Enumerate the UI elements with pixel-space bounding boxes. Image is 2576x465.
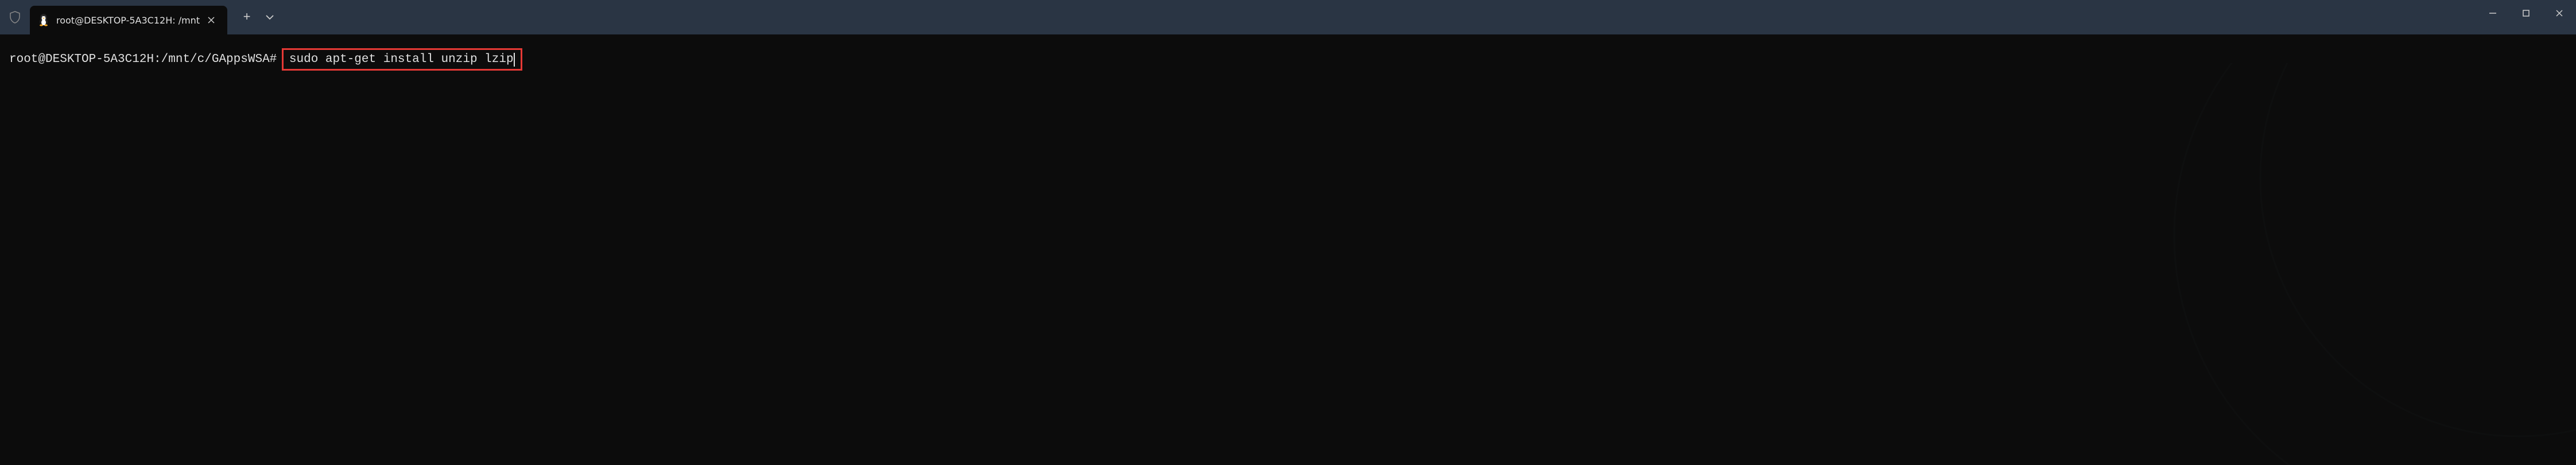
tab-dropdown-button[interactable]	[259, 7, 280, 28]
terminal-line: root@DESKTOP-5A3C12H:/mnt/c/GAppsWSA# su…	[9, 48, 2567, 71]
titlebar: root@DESKTOP-5A3C12H: /mnt +	[0, 0, 2576, 34]
shell-command: sudo apt-get install unzip lzip	[289, 51, 514, 68]
penguin-icon	[37, 13, 51, 27]
maximize-button[interactable]	[2509, 0, 2543, 26]
shell-prompt: root@DESKTOP-5A3C12H:/mnt/c/GAppsWSA#	[9, 51, 284, 68]
command-highlight-box: sudo apt-get install unzip lzip	[282, 48, 522, 71]
window-controls	[2476, 0, 2576, 26]
minimize-button[interactable]	[2476, 0, 2509, 26]
text-cursor	[514, 53, 515, 67]
tab-title: root@DESKTOP-5A3C12H: /mnt	[56, 15, 200, 26]
tab-close-button[interactable]	[204, 13, 218, 27]
background-decoration	[2117, 63, 2576, 465]
shield-icon	[0, 0, 30, 34]
active-tab[interactable]: root@DESKTOP-5A3C12H: /mnt	[30, 6, 227, 34]
terminal-body[interactable]: root@DESKTOP-5A3C12H:/mnt/c/GAppsWSA# su…	[0, 34, 2576, 432]
terminal-window: root@DESKTOP-5A3C12H: /mnt +	[0, 0, 2576, 432]
new-tab-button[interactable]: +	[236, 7, 257, 28]
close-window-button[interactable]	[2543, 0, 2576, 26]
